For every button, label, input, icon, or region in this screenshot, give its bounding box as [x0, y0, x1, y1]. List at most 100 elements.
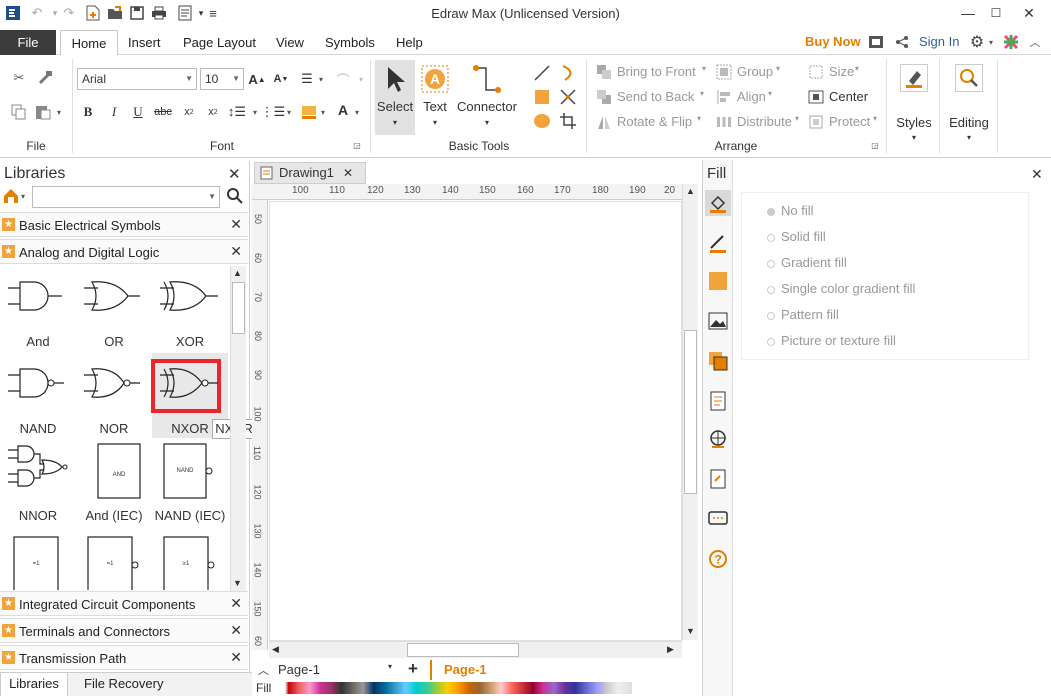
text-align-icon[interactable]: ☰	[298, 70, 316, 88]
collapse-ribbon-icon[interactable]: ︿	[1026, 33, 1044, 51]
shape-nnor-gate[interactable]: NNOR	[0, 440, 76, 525]
text-tool-button[interactable]: A Text ▾	[418, 60, 452, 135]
italic-icon[interactable]: I	[106, 103, 122, 121]
bullet-list-icon[interactable]: ⋮☰	[261, 103, 286, 121]
center-label[interactable]: Center	[829, 89, 868, 104]
font-size-select[interactable]: 10 ▼	[200, 68, 244, 90]
tab-home[interactable]: Home	[60, 30, 118, 56]
shape-nand-iec[interactable]: NAND NAND (IEC)	[152, 440, 228, 525]
protect-label[interactable]: Protect	[829, 114, 870, 129]
close-tab-icon[interactable]: ✕	[343, 163, 353, 183]
minimize-icon[interactable]: —	[953, 2, 983, 24]
subscript-icon[interactable]: x2	[180, 103, 198, 121]
scroll-up-icon[interactable]: ▲	[233, 268, 242, 278]
chevron-down-icon[interactable]: ▾	[768, 89, 772, 98]
fill-option-no-fill[interactable]: No fill	[767, 203, 814, 218]
shadow-icon[interactable]	[707, 270, 729, 292]
active-page-tab[interactable]: Page-1	[430, 660, 500, 680]
canvas-vertical-scrollbar[interactable]: ▲ ▼	[682, 184, 698, 640]
align-icon[interactable]	[716, 89, 732, 105]
ellipse-tool-icon[interactable]	[532, 111, 552, 131]
bring-to-front-label[interactable]: Bring to Front	[617, 64, 696, 79]
shape-nand-gate[interactable]: NAND	[0, 353, 76, 438]
highlight-dropdown-icon[interactable]: ▾	[318, 103, 328, 121]
shape-xor-gate[interactable]: XOR	[152, 266, 228, 351]
rotate-flip-label[interactable]: Rotate & Flip	[617, 114, 692, 129]
scroll-down-icon[interactable]: ▼	[233, 578, 242, 588]
editing-button[interactable]: Editing ▾	[944, 60, 994, 150]
font-dialog-launcher-icon[interactable]: ◲	[352, 139, 362, 151]
size-label[interactable]: Size	[829, 64, 854, 79]
bold-icon[interactable]: B	[80, 103, 96, 121]
chevron-down-icon[interactable]: ▾	[702, 64, 706, 73]
shape-and-iec[interactable]: AND And (IEC)	[76, 440, 152, 525]
share-icon[interactable]	[893, 33, 911, 51]
image-icon[interactable]	[707, 310, 729, 332]
close-category-icon[interactable]: ✕	[230, 216, 242, 233]
layer-icon[interactable]	[707, 350, 729, 372]
maximize-icon[interactable]: ☐	[981, 2, 1011, 24]
font-color-dropdown-icon[interactable]: ▾	[352, 103, 362, 121]
shape-xor-iec[interactable]: =1	[0, 527, 76, 590]
distribute-label[interactable]: Distribute	[737, 114, 792, 129]
styles-button[interactable]: Styles ▾	[892, 60, 936, 150]
scroll-right-icon[interactable]: ▶	[667, 644, 674, 655]
scroll-thumb[interactable]	[407, 643, 519, 657]
fill-option-pattern[interactable]: Pattern fill	[767, 307, 839, 322]
strikethrough-icon[interactable]: abc	[152, 103, 174, 121]
fill-option-solid[interactable]: Solid fill	[767, 229, 826, 244]
chevron-down-icon[interactable]: ▾	[700, 89, 704, 98]
close-category-icon[interactable]: ✕	[230, 649, 242, 666]
chevron-up-icon[interactable]: ︿	[258, 662, 269, 678]
clear-format-icon[interactable]: ⌒	[332, 70, 354, 88]
send-to-back-icon[interactable]	[596, 89, 612, 105]
scroll-thumb[interactable]	[232, 282, 245, 334]
fill-option-single-gradient[interactable]: Single color gradient fill	[767, 281, 915, 296]
chevron-down-icon[interactable]: ▾	[795, 114, 799, 123]
close-category-icon[interactable]: ✕	[230, 243, 242, 260]
fill-paint-bucket-icon[interactable]	[705, 190, 731, 216]
scroll-up-icon[interactable]: ▲	[686, 186, 695, 196]
help-icon[interactable]: ?	[707, 548, 729, 570]
arc-tool-icon[interactable]	[558, 63, 578, 83]
underline-icon[interactable]: U	[130, 103, 146, 121]
chevron-down-icon[interactable]: ▾	[873, 114, 877, 123]
edraw-brand-icon[interactable]	[1002, 33, 1020, 51]
scroll-down-icon[interactable]: ▼	[686, 626, 695, 636]
shape-or-gate[interactable]: OR	[76, 266, 152, 351]
search-icon[interactable]	[226, 187, 244, 205]
shape-and-gate[interactable]: And	[0, 266, 76, 351]
close-category-icon[interactable]: ✕	[230, 622, 242, 639]
add-page-icon[interactable]: +	[408, 659, 418, 679]
paste-icon[interactable]	[34, 103, 52, 121]
buy-now-link[interactable]: Buy Now	[805, 34, 861, 49]
cross-tool-icon[interactable]	[558, 87, 578, 107]
tab-view[interactable]: View	[276, 30, 304, 55]
library-category-integrated-circuit[interactable]: ★ Integrated Circuit Components ✕	[0, 591, 248, 616]
chevron-down-icon[interactable]: ▾	[388, 662, 392, 671]
font-color-icon[interactable]: A	[334, 101, 352, 119]
scroll-thumb[interactable]	[684, 330, 697, 494]
comment-icon[interactable]	[707, 508, 729, 530]
superscript-icon[interactable]: x2	[204, 103, 222, 121]
hyperlink-globe-icon[interactable]	[707, 428, 729, 450]
paste-dropdown-icon[interactable]: ▾	[54, 103, 64, 121]
page-select[interactable]: Page-1	[278, 662, 320, 677]
drawing-page[interactable]	[269, 201, 682, 641]
settings-dropdown-icon[interactable]: ▾	[986, 33, 996, 51]
close-libraries-icon[interactable]: ✕	[228, 165, 241, 183]
library-home-icon[interactable]: ▾	[2, 187, 30, 207]
canvas-horizontal-scrollbar[interactable]: ◀ ▶	[269, 641, 682, 658]
clear-dropdown-icon[interactable]: ▾	[356, 70, 366, 88]
select-tool-button[interactable]: Select ▾	[375, 60, 415, 135]
tab-insert[interactable]: Insert	[128, 30, 161, 55]
center-icon[interactable]	[808, 89, 824, 105]
chevron-down-icon[interactable]: ▾	[697, 114, 701, 123]
close-category-icon[interactable]: ✕	[230, 595, 242, 612]
library-category-terminals[interactable]: ★ Terminals and Connectors ✕	[0, 618, 248, 643]
connector-tool-button[interactable]: Connector ▾	[456, 60, 518, 135]
sign-in-link[interactable]: Sign In	[919, 34, 959, 49]
distribute-icon[interactable]	[716, 114, 732, 130]
fill-option-picture[interactable]: Picture or texture fill	[767, 333, 896, 348]
chevron-down-icon[interactable]: ▾	[776, 64, 780, 73]
